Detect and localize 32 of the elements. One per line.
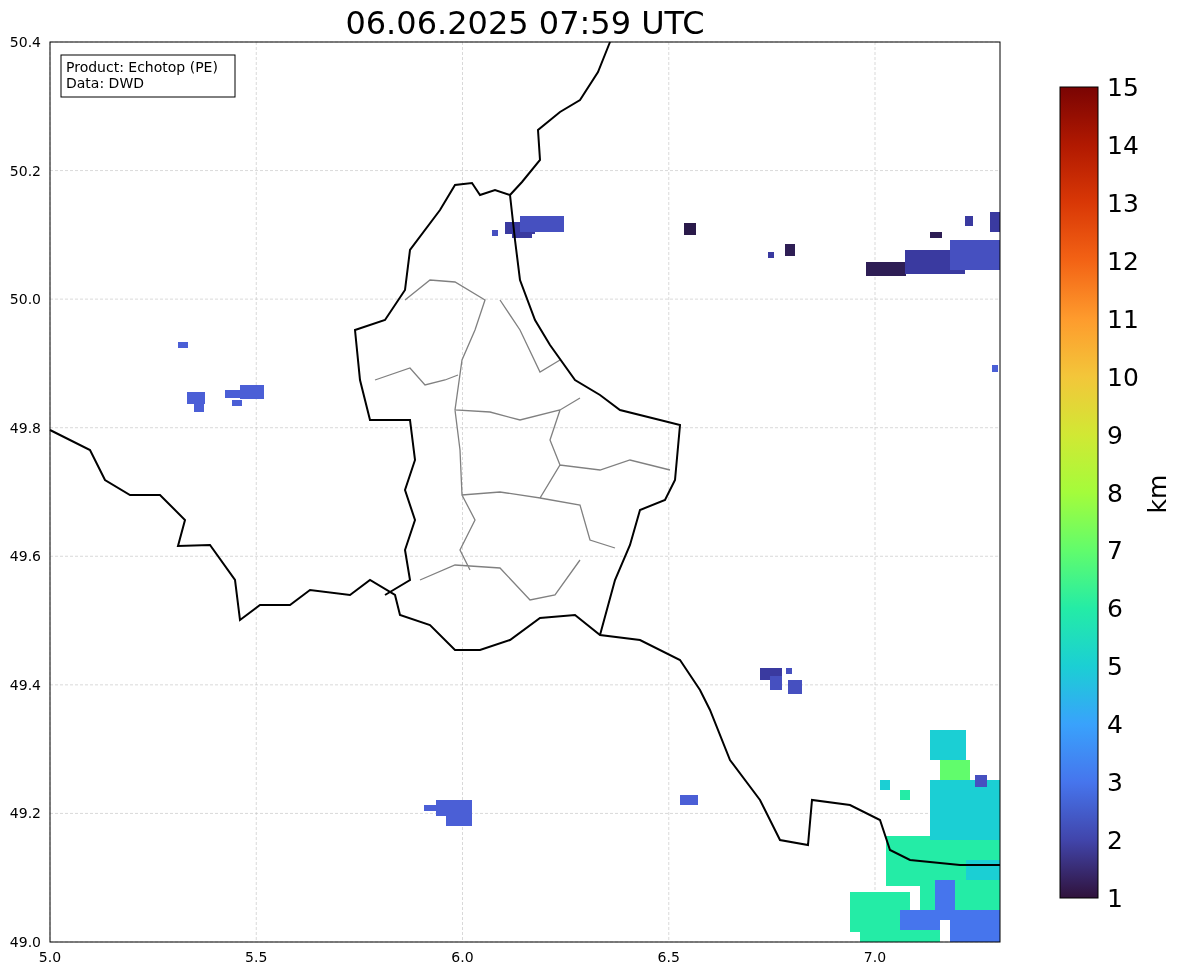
colorbar-tick-label: 12 (1107, 246, 1139, 276)
info-text: Product: Echotop (PE) (66, 59, 218, 75)
colorbar-tick-label: 7 (1107, 536, 1123, 566)
colorbar-tick-label: 14 (1107, 130, 1139, 160)
colorbar-tick-label: 10 (1107, 362, 1139, 392)
colorbar-tick-label: 8 (1107, 478, 1123, 508)
y-tick-label: 49.4 (9, 676, 41, 693)
x-tick-label: 7.0 (863, 949, 887, 965)
info-text: Data: DWD (66, 75, 144, 91)
colorbar-tick-label: 3 (1107, 768, 1123, 798)
y-tick-label: 50.2 (9, 162, 41, 179)
colorbar-tick-label: 2 (1107, 826, 1123, 856)
colorbar-tick-label: 9 (1107, 420, 1123, 450)
chart-title: 06.06.2025 07:59 UTC (345, 4, 705, 42)
colorbar-tick-label: 1 (1107, 884, 1123, 913)
y-tick-label: 49.0 (9, 934, 41, 950)
x-tick-label: 5.0 (38, 949, 62, 965)
colorbar-label: km (1143, 474, 1172, 514)
y-tick-label: 49.8 (9, 419, 41, 436)
y-tick-label: 49.6 (9, 548, 41, 565)
y-tick-label: 49.2 (9, 805, 41, 822)
x-tick-label: 6.0 (451, 949, 474, 965)
x-tick-label: 5.5 (245, 949, 268, 965)
colorbar-tick-label: 13 (1107, 188, 1139, 218)
colorbar-tick-label: 6 (1107, 594, 1123, 624)
y-tick-label: 50.0 (9, 291, 41, 308)
y-tick-label: 50.4 (9, 34, 41, 50)
colorbar-tick-label: 5 (1107, 652, 1123, 682)
colorbar-tick-label: 11 (1107, 304, 1139, 334)
colorbar-tick-label: 4 (1107, 710, 1123, 740)
x-tick-label: 6.5 (657, 949, 680, 965)
colorbar-tick-label: 15 (1107, 73, 1139, 102)
